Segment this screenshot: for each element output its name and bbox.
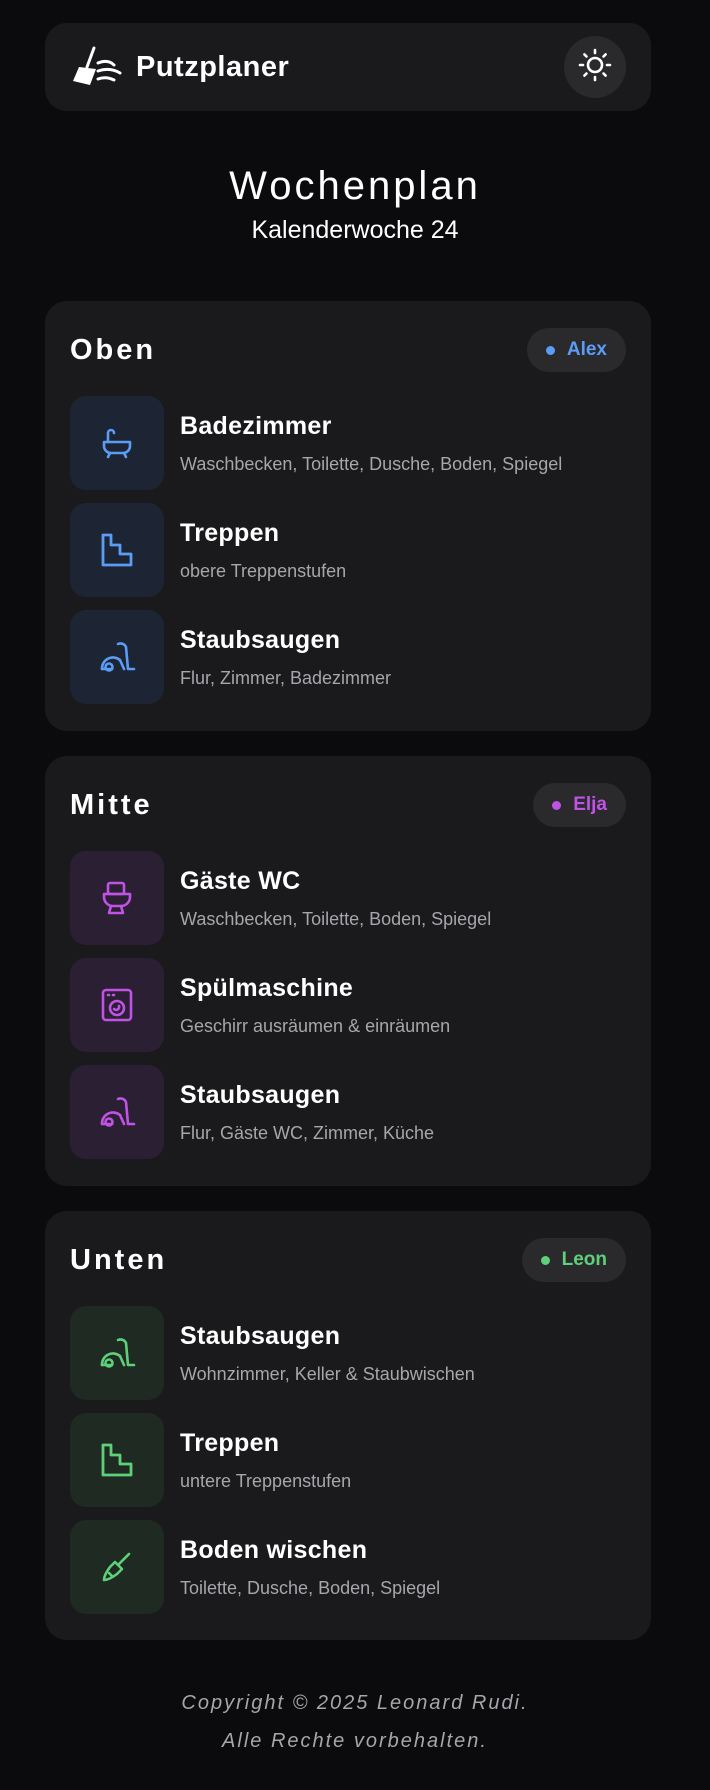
task-item: Spülmaschine Geschirr ausräumen & einräu… <box>70 958 631 1052</box>
sun-icon <box>578 48 612 87</box>
status-dot <box>552 800 562 810</box>
section-unten: Unten Leon Staubsaugen Wohnzimmer, Kelle… <box>45 1211 651 1640</box>
section-title: Oben <box>70 333 157 366</box>
app-header: Putzplaner <box>45 23 651 111</box>
task-title: Badezimmer <box>180 411 332 440</box>
task-description: Flur, Zimmer, Badezimmer <box>180 667 392 688</box>
task-title: Treppen <box>180 1428 280 1457</box>
task-item: Staubsaugen Flur, Gäste WC, Zimmer, Küch… <box>70 1065 631 1159</box>
task-item: Badezimmer Waschbecken, Toilette, Dusche… <box>70 396 631 490</box>
person-name: Elja <box>573 794 607 815</box>
task-item: Gäste WC Waschbecken, Toilette, Boden, S… <box>70 851 631 945</box>
task-title: Staubsaugen <box>180 625 341 654</box>
app-title: Putzplaner <box>136 50 290 83</box>
stairs-icon <box>70 503 164 597</box>
section-mitte: Mitte Elja Gäste WC Waschbecken, Toilett… <box>45 756 651 1186</box>
task-description: obere Treppenstufen <box>180 560 347 581</box>
section-title: Unten <box>70 1243 168 1276</box>
status-dot <box>540 1255 550 1265</box>
footer-rights: Alle Rechte vorbehalten. <box>222 1730 488 1752</box>
bathtub-icon <box>70 396 164 490</box>
task-description: Waschbecken, Toilette, Dusche, Boden, Sp… <box>180 453 563 474</box>
task-item: Treppen untere Treppenstufen <box>70 1413 631 1507</box>
person-badge: Alex <box>526 328 626 372</box>
brand: Putzplaner <box>70 45 289 89</box>
stairs-icon <box>70 1413 164 1507</box>
person-name: Leon <box>561 1249 607 1270</box>
task-title: Spülmaschine <box>180 973 354 1002</box>
task-item: Boden wischen Toilette, Dusche, Boden, S… <box>70 1520 631 1614</box>
person-badge: Leon <box>521 1238 626 1282</box>
person-badge: Elja <box>533 783 626 827</box>
mop-icon <box>70 1520 164 1614</box>
task-item: Staubsaugen Wohnzimmer, Keller & Staubwi… <box>70 1306 631 1400</box>
task-description: Waschbecken, Toilette, Boden, Spiegel <box>180 908 492 929</box>
theme-toggle-button[interactable] <box>564 36 626 98</box>
page-title: Wochenplan <box>229 164 481 208</box>
vacuum-icon <box>70 1065 164 1159</box>
footer-copyright: Copyright © 2025 Leonard Rudi. <box>181 1692 529 1714</box>
task-title: Boden wischen <box>180 1535 368 1564</box>
task-item: Treppen obere Treppenstufen <box>70 503 631 597</box>
person-name: Alex <box>566 339 607 360</box>
task-title: Staubsaugen <box>180 1321 341 1350</box>
section-oben: Oben Alex Badezimmer Waschbecken, Toilet… <box>45 301 651 731</box>
task-description: Flur, Gäste WC, Zimmer, Küche <box>180 1122 435 1143</box>
task-item: Staubsaugen Flur, Zimmer, Badezimmer <box>70 610 631 704</box>
task-description: untere Treppenstufen <box>180 1470 352 1491</box>
vacuum-icon <box>70 1306 164 1400</box>
page-subtitle: Kalenderwoche 24 <box>251 216 459 244</box>
status-dot <box>545 345 555 355</box>
task-title: Treppen <box>180 518 280 547</box>
vacuum-icon <box>70 610 164 704</box>
task-description: Geschirr ausräumen & einräumen <box>180 1015 451 1036</box>
task-title: Gäste WC <box>180 866 301 895</box>
task-description: Wohnzimmer, Keller & Staubwischen <box>180 1363 475 1384</box>
task-description: Toilette, Dusche, Boden, Spiegel <box>180 1577 441 1598</box>
section-title: Mitte <box>70 788 153 821</box>
dishwasher-icon <box>70 958 164 1052</box>
task-title: Staubsaugen <box>180 1080 341 1109</box>
broom-icon <box>70 45 122 89</box>
toilet-icon <box>70 851 164 945</box>
